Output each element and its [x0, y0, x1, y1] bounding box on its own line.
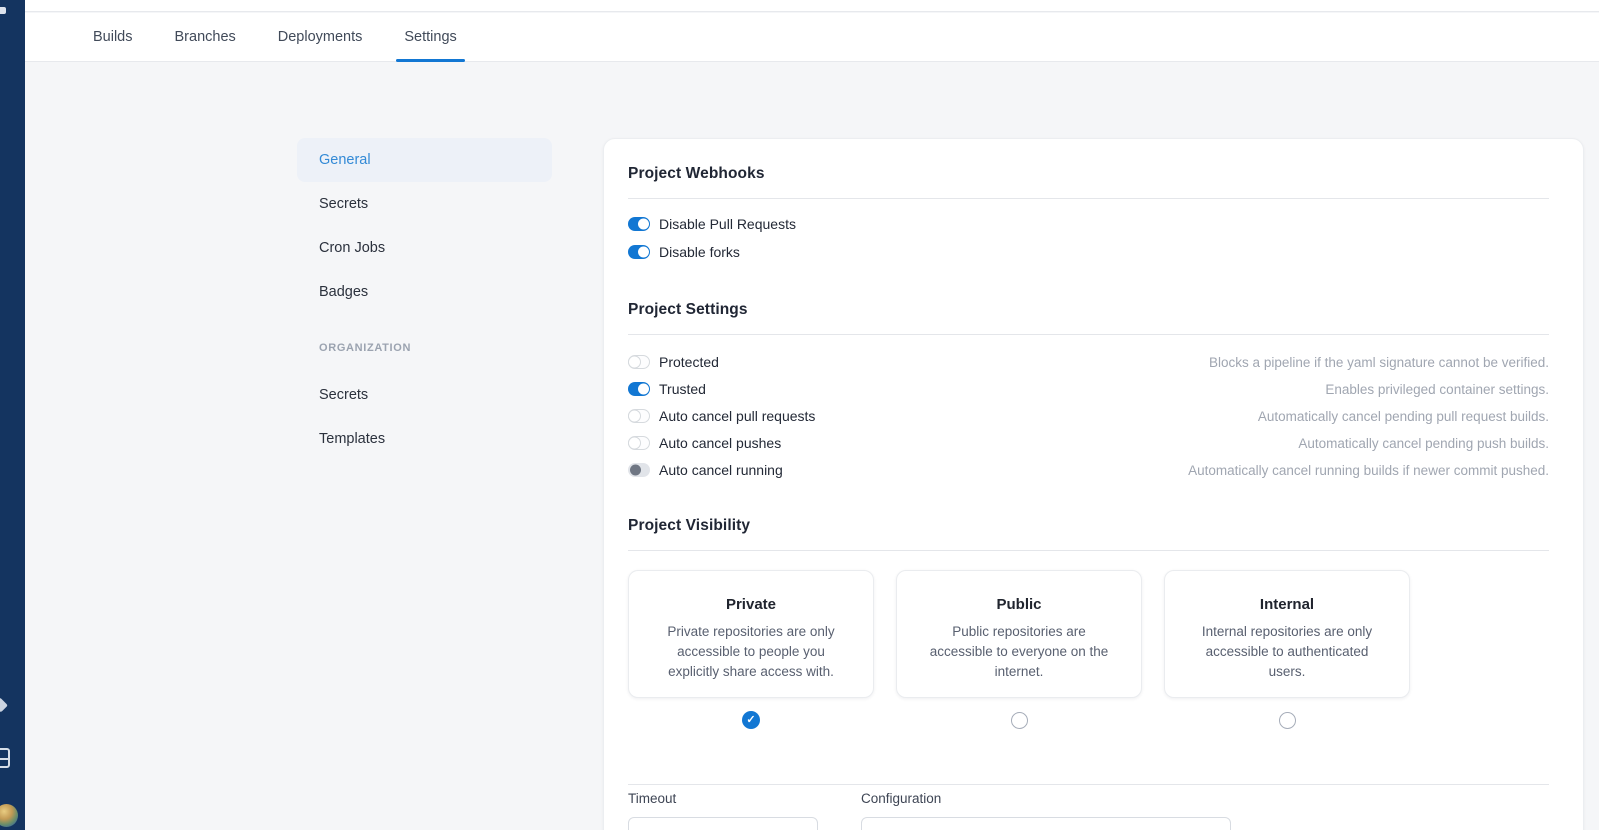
visibility-radio-public[interactable]	[1010, 711, 1028, 729]
app-rail	[0, 0, 25, 830]
visibility-radio-row: ✓	[628, 711, 1549, 729]
visibility-card-public[interactable]: Public Public repositories are accessibl…	[896, 570, 1142, 698]
auto-cancel-pushes-toggle[interactable]	[628, 436, 650, 450]
toggle-label: Protected	[659, 354, 719, 370]
sidebar-item-secrets[interactable]: Secrets	[297, 182, 552, 226]
visibility-card-title: Internal	[1259, 596, 1315, 613]
setting-row-auto-cancel-pushes: Auto cancel pushes Automatically cancel …	[628, 435, 1549, 451]
toggle-label: Disable forks	[659, 244, 740, 260]
sidebar-item-cron-jobs[interactable]: Cron Jobs	[297, 226, 552, 270]
visibility-card-description: Private repositories are only accessible…	[667, 624, 835, 679]
divider	[628, 334, 1549, 335]
settings-sidebar: General Secrets Cron Jobs Badges ORGANIZ…	[297, 138, 552, 461]
visibility-card-title: Private	[725, 596, 777, 613]
sidebar-item-org-templates[interactable]: Templates	[297, 417, 552, 461]
setting-row-auto-cancel-running: Auto cancel running Automatically cancel…	[628, 462, 1549, 478]
toggle-knob	[629, 464, 641, 476]
protected-toggle[interactable]	[628, 355, 650, 369]
setting-row-auto-cancel-pull-requests: Auto cancel pull requests Automatically …	[628, 408, 1549, 424]
rail-partial-icon-mid	[0, 697, 8, 713]
visibility-card-internal[interactable]: Internal Internal repositories are only …	[1164, 570, 1410, 698]
toggle-knob	[628, 436, 641, 450]
timeout-label: Timeout	[628, 791, 677, 806]
tab-settings[interactable]: Settings	[396, 13, 466, 62]
rail-partial-icon-docs	[0, 748, 10, 768]
toggle-knob	[637, 218, 649, 230]
visibility-cards: Private Private repositories are only ac…	[628, 570, 1549, 698]
setting-description: Automatically cancel pending pull reques…	[1257, 408, 1549, 424]
user-avatar[interactable]	[0, 804, 18, 827]
section-title-project-webhooks: Project Webhooks	[628, 165, 765, 182]
setting-description: Automatically cancel running builds if n…	[1188, 462, 1549, 478]
tab-branches[interactable]: Branches	[167, 13, 244, 61]
repo-tabbar: Builds Branches Deployments Settings	[25, 13, 1599, 62]
setting-row-trusted: Trusted Enables privileged container set…	[628, 381, 1549, 397]
visibility-card-description: Public repositories are accessible to ev…	[929, 624, 1109, 679]
setting-description: Automatically cancel pending push builds…	[1298, 435, 1549, 451]
check-icon: ✓	[746, 713, 756, 726]
divider	[628, 784, 1549, 785]
auto-cancel-running-toggle[interactable]	[628, 463, 650, 477]
section-title-project-visibility: Project Visibility	[628, 517, 751, 534]
divider	[628, 550, 1549, 551]
form-label-row: Timeout Configuration	[628, 790, 1549, 807]
sidebar-item-badges[interactable]: Badges	[297, 270, 552, 314]
tab-deployments[interactable]: Deployments	[270, 13, 371, 61]
setting-description: Blocks a pipeline if the yaml signature …	[1209, 354, 1549, 370]
auto-cancel-pull-requests-toggle[interactable]	[628, 409, 650, 423]
toggle-label: Auto cancel pushes	[659, 435, 782, 451]
tab-builds[interactable]: Builds	[85, 13, 141, 61]
sidebar-item-org-secrets[interactable]: Secrets	[297, 373, 552, 417]
visibility-radio-internal[interactable]	[1278, 711, 1296, 729]
visibility-radio-private[interactable]: ✓	[742, 711, 760, 729]
configuration-input[interactable]	[861, 817, 1231, 830]
form-field-row	[628, 817, 1549, 830]
visibility-card-description: Internal repositories are only accessibl…	[1201, 624, 1373, 679]
trusted-toggle[interactable]	[628, 382, 650, 396]
toggle-knob	[637, 246, 649, 258]
visibility-card-private[interactable]: Private Private repositories are only ac…	[628, 570, 874, 698]
timeout-input[interactable]	[628, 817, 818, 830]
sidebar-org-header: ORGANIZATION	[319, 342, 412, 354]
toggle-knob	[628, 355, 641, 369]
rail-partial-icon-top	[0, 7, 6, 14]
toggle-knob	[637, 383, 649, 395]
setting-row-protected: Protected Blocks a pipeline if the yaml …	[628, 354, 1549, 370]
settings-panel: Project Webhooks Disable Pull Requests D…	[603, 138, 1584, 830]
toggle-row-disable-pull-requests: Disable Pull Requests	[628, 216, 1549, 232]
toggle-label: Disable Pull Requests	[659, 216, 796, 232]
sidebar-item-general[interactable]: General	[297, 138, 552, 182]
configuration-label: Configuration	[861, 791, 942, 806]
disable-pull-requests-toggle[interactable]	[628, 217, 650, 231]
section-title-project-settings: Project Settings	[628, 301, 748, 318]
top-header-edge	[25, 0, 1599, 12]
disable-forks-toggle[interactable]	[628, 245, 650, 259]
toggle-label: Auto cancel running	[659, 462, 783, 478]
setting-description: Enables privileged container settings.	[1325, 381, 1549, 397]
toggle-row-disable-forks: Disable forks	[628, 244, 1549, 260]
visibility-card-title: Public	[996, 596, 1042, 613]
toggle-label: Trusted	[659, 381, 706, 397]
toggle-knob	[628, 409, 641, 423]
toggle-label: Auto cancel pull requests	[659, 408, 816, 424]
divider	[628, 198, 1549, 199]
